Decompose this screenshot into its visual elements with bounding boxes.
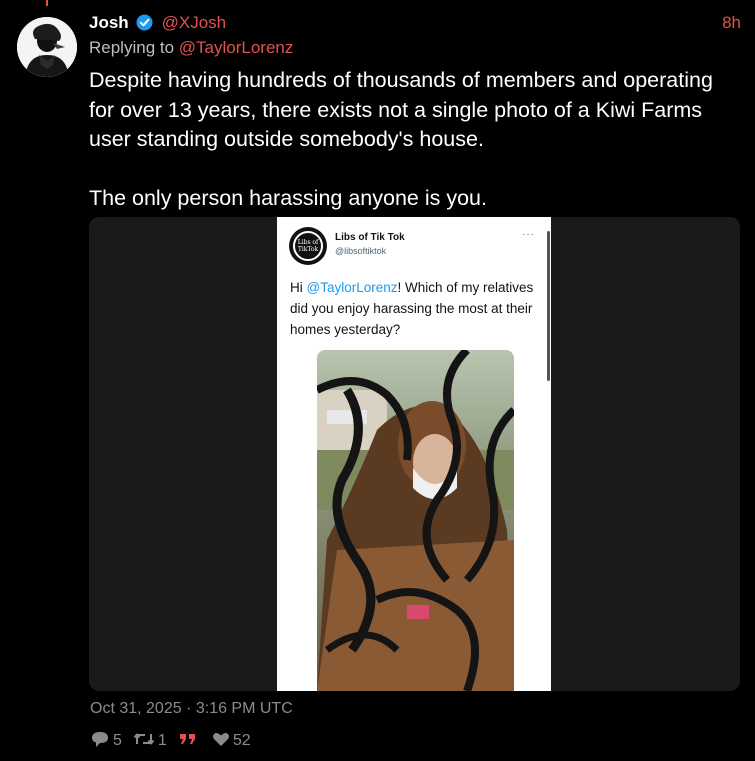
embedded-mention: @TaylorLorenz [306,280,398,295]
quote-button[interactable] [178,731,201,752]
reply-count: 5 [113,732,122,749]
embedded-text-start: Hi [290,280,307,295]
repost-button[interactable]: 1 [133,731,167,752]
post-body: Despite having hundreds of thousands of … [89,66,739,214]
embedded-logo: Libs of TikTok [293,231,323,261]
replying-to-label: Replying to [89,38,175,57]
repost-icon [133,731,158,752]
replying-to-mention[interactable]: @TaylorLorenz [179,38,294,57]
post-time-ago[interactable]: 8h [722,13,741,33]
replying-to: Replying to @TaylorLorenz [89,38,293,58]
author-handle[interactable]: @XJosh [162,13,227,32]
post-body-paragraph: The only person harassing anyone is you. [89,186,487,210]
post-actions: 5 1 52 [90,731,262,751]
reply-button[interactable]: 5 [90,730,122,753]
reply-icon [90,730,113,753]
thread-connector-line [46,0,48,6]
like-count: 52 [232,732,251,749]
embedded-author-name: Libs of Tik Tok [335,232,405,243]
like-button[interactable]: 52 [212,731,251,752]
avatar[interactable] [17,17,77,77]
quote-icon [178,731,201,752]
scrollbar [547,231,550,381]
media-attachment[interactable]: Libs of TikTok Libs of Tik Tok @libsofti… [89,217,740,691]
embedded-photo [317,350,514,691]
post-body-paragraph: Despite having hundreds of thousands of … [89,68,713,151]
author-name[interactable]: Josh [89,13,129,32]
heart-icon [212,731,233,752]
embedded-tweet-screenshot: Libs of TikTok Libs of Tik Tok @libsofti… [277,217,551,691]
repost-count: 1 [157,732,167,749]
embedded-author-handle: @libsoftiktok [335,246,387,256]
embedded-tweet-text: Hi @TaylorLorenz! Which of my relatives … [290,277,540,340]
more-icon: ··· [522,229,535,240]
post-timestamp[interactable]: Oct 31, 2025 · 3:16 PM UTC [90,700,293,718]
embedded-avatar: Libs of TikTok [289,227,327,265]
verified-badge-icon [136,14,153,36]
post-header: Josh @XJosh 8h [89,13,741,35]
